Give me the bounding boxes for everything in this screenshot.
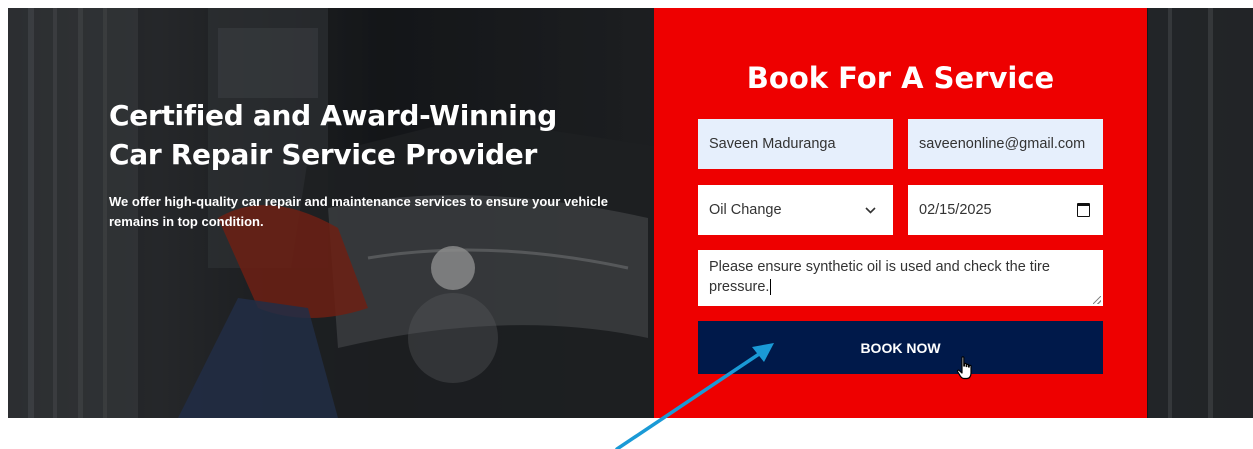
arrow-icon [615, 343, 774, 449]
